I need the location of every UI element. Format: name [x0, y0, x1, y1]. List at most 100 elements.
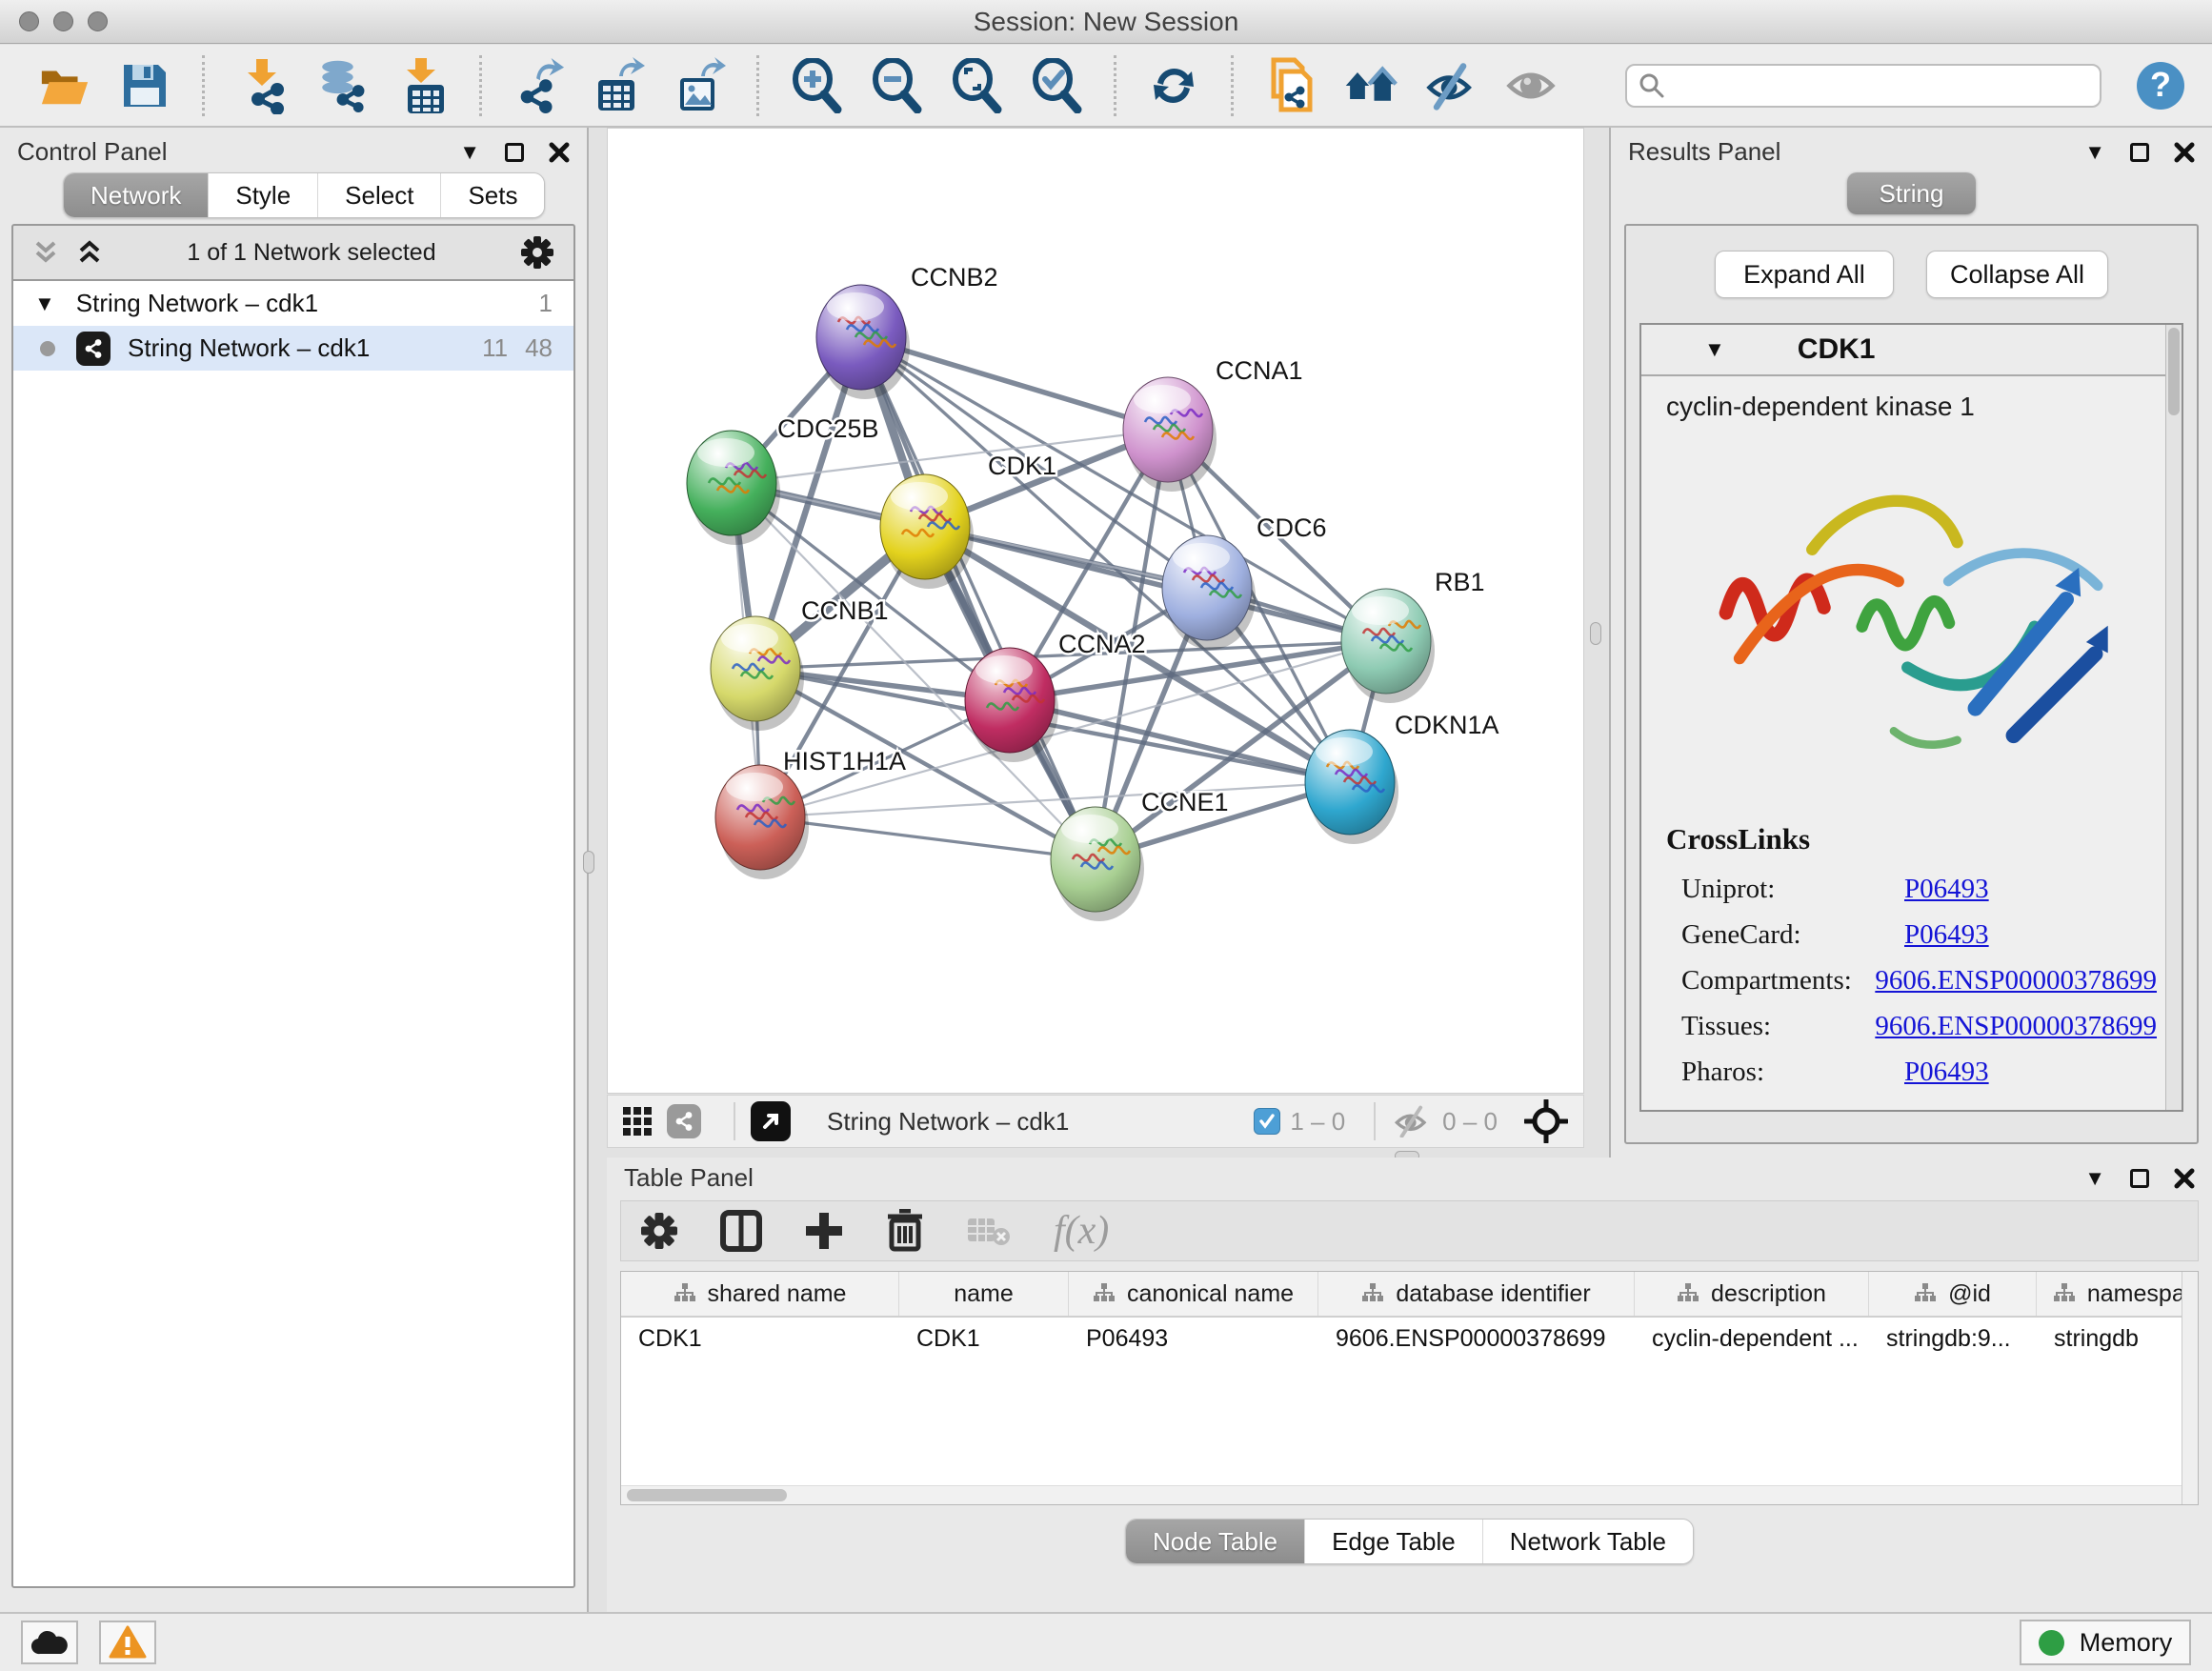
crosslink-link[interactable]: P06493 — [1904, 1049, 1989, 1095]
table-cell[interactable]: P06493 — [1069, 1318, 1318, 1361]
warnings-button[interactable] — [99, 1621, 156, 1664]
cloud-status-button[interactable] — [21, 1621, 78, 1664]
table-cell[interactable]: 9606.ENSP00000378699 — [1318, 1318, 1635, 1361]
node-CCNA2[interactable] — [965, 648, 1058, 762]
tab-sets[interactable]: Sets — [440, 173, 544, 217]
collection-expand-arrow[interactable]: ▼ — [34, 293, 55, 314]
import-table-button[interactable] — [395, 58, 449, 113]
crosslink-link[interactable]: 9606.ENSP00000378699 — [1875, 1003, 2157, 1049]
table-panel-close-button[interactable] — [2174, 1168, 2195, 1189]
zoom-out-button[interactable] — [870, 58, 923, 113]
table-cell[interactable]: cyclin-dependent ... — [1635, 1318, 1869, 1361]
hide-selected-button[interactable] — [1424, 58, 1478, 113]
duplicate-network-button[interactable] — [1264, 58, 1317, 113]
node-CDK1[interactable] — [880, 474, 974, 589]
left-splitter-handle[interactable] — [583, 851, 594, 874]
right-splitter-handle[interactable] — [1590, 622, 1601, 645]
edge-CCNB2-CCNE1[interactable] — [861, 337, 1096, 859]
hidden-eye-icon[interactable] — [1391, 1105, 1433, 1137]
table-row[interactable]: CDK1CDK1P064939606.ENSP00000378699cyclin… — [621, 1318, 2198, 1361]
table-cell[interactable]: CDK1 — [621, 1318, 899, 1361]
network-collection-row[interactable]: ▼ String Network – cdk1 1 — [13, 281, 573, 326]
tab-select[interactable]: Select — [317, 173, 440, 217]
column-header-shared-name[interactable]: shared name — [621, 1272, 899, 1316]
tab-network-table[interactable]: Network Table — [1482, 1520, 1693, 1563]
node-CDC6[interactable] — [1162, 535, 1256, 650]
tab-style[interactable]: Style — [208, 173, 317, 217]
network-badge-icon[interactable] — [667, 1104, 701, 1138]
table-panel-float-button[interactable] — [2130, 1169, 2149, 1188]
table-panel-menu-arrow[interactable]: ▼ — [2084, 1168, 2105, 1189]
crosslink-link[interactable]: P06493 — [1904, 912, 1989, 957]
node-CDKN1A[interactable] — [1305, 730, 1398, 844]
expand-all-icon[interactable] — [76, 239, 103, 266]
results-panel-menu-arrow[interactable]: ▼ — [2084, 142, 2105, 163]
crosslink-link[interactable]: 9606.ENSP00000378699 — [1875, 957, 2157, 1003]
table-vscrollbar[interactable] — [2182, 1272, 2198, 1504]
table-cell[interactable]: stringdb — [2037, 1318, 2199, 1361]
gene-expand-arrow[interactable]: ▼ — [1704, 339, 1725, 360]
edge-CDK1-RB1[interactable] — [925, 527, 1386, 641]
control-panel-close-button[interactable] — [549, 142, 570, 163]
results-panel-float-button[interactable] — [2130, 143, 2149, 162]
column-header-namespace[interactable]: namespace — [2037, 1272, 2199, 1316]
control-panel-float-button[interactable] — [505, 143, 524, 162]
import-network-button[interactable] — [235, 58, 289, 113]
crosslink-link[interactable]: P06493 — [1904, 866, 1989, 912]
refresh-layout-button[interactable] — [1147, 58, 1200, 113]
export-table-button[interactable] — [593, 58, 646, 113]
collapse-all-button[interactable]: Collapse All — [1926, 251, 2108, 298]
column-header-description[interactable]: description — [1635, 1272, 1869, 1316]
table-options-gear-icon[interactable] — [640, 1212, 678, 1250]
node-CCNA1[interactable] — [1123, 377, 1217, 492]
memory-status-button[interactable]: Memory — [2020, 1620, 2191, 1665]
node-table[interactable]: shared namenamecanonical namedatabase id… — [620, 1271, 2199, 1505]
node-CCNE1[interactable] — [1051, 807, 1144, 921]
control-panel-menu-arrow[interactable]: ▼ — [459, 142, 480, 163]
node-CCNB1[interactable] — [711, 616, 804, 731]
table-cell[interactable]: CDK1 — [899, 1318, 1069, 1361]
network-graph[interactable]: CCNB2CCNA1CDC25BCDK1CDC6RB1CCNB1CCNA2CDK… — [608, 129, 1585, 1095]
network-row[interactable]: String Network – cdk1 11 48 — [13, 326, 573, 371]
tab-node-table[interactable]: Node Table — [1126, 1520, 1304, 1563]
save-session-button[interactable] — [118, 58, 171, 113]
node-CCNB2[interactable] — [816, 285, 910, 399]
network-options-gear-icon[interactable] — [520, 235, 554, 270]
table-cell[interactable]: stringdb:9... — [1869, 1318, 2037, 1361]
tab-edge-table[interactable]: Edge Table — [1304, 1520, 1482, 1563]
help-button[interactable]: ? — [2134, 58, 2187, 113]
search-input[interactable] — [1675, 72, 2088, 99]
column-header-canonical-name[interactable]: canonical name — [1069, 1272, 1318, 1316]
zoom-selected-button[interactable] — [1030, 58, 1083, 113]
node-HIST1H1A[interactable] — [715, 765, 809, 879]
open-view-icon[interactable] — [751, 1101, 791, 1141]
selected-nodes-checkbox[interactable] — [1254, 1108, 1280, 1135]
results-scrollbar[interactable] — [2165, 325, 2182, 1110]
view-grid-icon[interactable] — [623, 1107, 652, 1136]
export-network-button[interactable] — [513, 58, 566, 113]
column-header--id[interactable]: @id — [1869, 1272, 2037, 1316]
column-header-database-identifier[interactable]: database identifier — [1318, 1272, 1635, 1316]
delete-column-icon[interactable] — [886, 1209, 924, 1253]
collapse-all-icon[interactable] — [32, 239, 59, 266]
search-field[interactable] — [1625, 64, 2101, 108]
zoom-window-button[interactable] — [88, 11, 108, 31]
add-column-icon[interactable] — [804, 1211, 844, 1251]
show-hidden-button[interactable] — [1504, 58, 1558, 113]
zoom-fit-button[interactable] — [950, 58, 1003, 113]
results-panel-close-button[interactable] — [2174, 142, 2195, 163]
export-image-button[interactable] — [673, 58, 726, 113]
open-session-button[interactable] — [38, 58, 91, 113]
gene-section-header[interactable]: ▼ CDK1 — [1641, 325, 2182, 376]
minimize-window-button[interactable] — [53, 11, 73, 31]
tab-network[interactable]: Network — [64, 173, 208, 217]
table-hscrollbar[interactable] — [621, 1485, 2182, 1504]
tab-string[interactable]: String — [1847, 172, 1977, 214]
node-RB1[interactable] — [1341, 589, 1435, 703]
close-window-button[interactable] — [19, 11, 39, 31]
network-canvas[interactable]: CCNB2CCNA1CDC25BCDK1CDC6RB1CCNB1CCNA2CDK… — [607, 128, 1584, 1094]
import-database-button[interactable] — [315, 58, 369, 113]
expand-all-button[interactable]: Expand All — [1715, 251, 1894, 298]
edge-CCNE1-HIST1H1A[interactable] — [760, 817, 1096, 859]
column-header-name[interactable]: name — [899, 1272, 1069, 1316]
